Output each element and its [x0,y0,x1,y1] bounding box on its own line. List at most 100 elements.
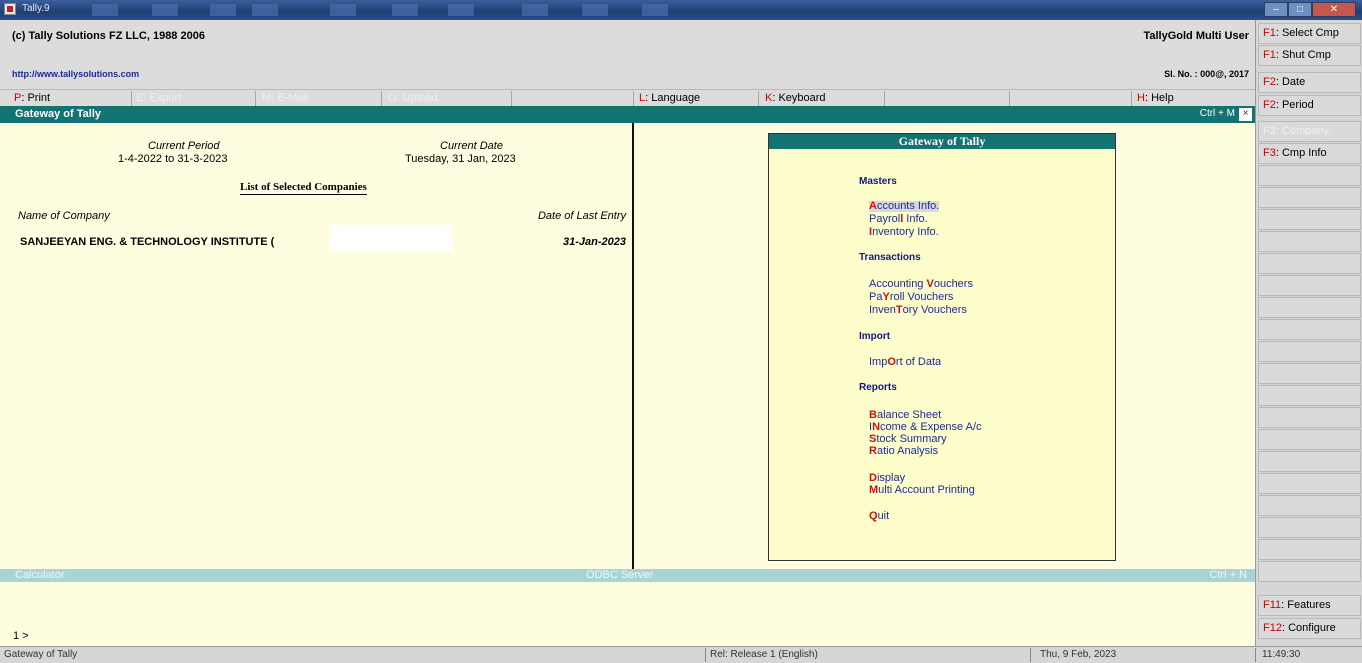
button-label: : Select Cmp [1275,27,1339,39]
menu-quit[interactable]: Quit [869,511,889,522]
product-edition: TallyGold Multi User [1143,30,1249,42]
select-company-button[interactable]: F1: Select Cmp [1258,23,1361,44]
menu-payroll-vouchers[interactable]: PaYroll Vouchers [869,292,953,303]
calculator-label[interactable]: Calculator [15,569,65,581]
email-hotkey: M [262,92,272,104]
status-separator [1030,648,1031,662]
right-bar-empty-slot [1258,473,1361,494]
current-period-label: Current Period [148,140,220,152]
current-date-label: Current Date [440,140,503,152]
button-label: : Company [1275,125,1330,137]
upload-button[interactable]: O: Upload [386,91,512,106]
email-button[interactable]: M: E-Mail [260,91,382,106]
company-last-entry-date: 31-Jan-2023 [563,236,626,248]
window-title-bar[interactable]: Tally.9 – □ ✕ [0,0,1362,20]
right-bar-empty-slot [1258,165,1361,186]
company-button[interactable]: F3: Company [1258,121,1361,142]
calculator-shortcut: Ctrl + N [1209,569,1247,581]
transactions-section: Transactions [859,252,921,263]
menu-hotkey: D [869,472,877,484]
menu-text: roll Vouchers [889,291,954,303]
button-label: : Configure [1281,622,1336,634]
right-bar-empty-slot [1258,385,1361,406]
upload-hotkey: O [388,92,397,104]
right-bar-empty-slot [1258,187,1361,208]
print-button[interactable]: P: Print [12,91,132,106]
shut-company-button[interactable]: F1: Shut Cmp [1258,45,1361,66]
right-bar-empty-slot [1258,319,1361,340]
menu-multi-account-printing[interactable]: Multi Account Printing [869,485,975,496]
menu-text: Imp [869,356,888,368]
menu-hotkey: V [926,278,934,290]
button-label: : Cmp Info [1275,147,1327,159]
website-link[interactable]: http://www.tallysolutions.com [12,69,139,79]
date-button[interactable]: F2: Date [1258,72,1361,93]
status-bar: Gateway of Tally Rel: Release 1 (English… [0,646,1362,663]
screen-title: Gateway of Tally [15,108,101,120]
copyright-text: (c) Tally Solutions FZ LLC, 1988 2006 [12,30,205,42]
button-hotkey: F3 [1263,125,1276,137]
menu-ratio-analysis[interactable]: Ratio Analysis [869,446,938,457]
close-screen-icon[interactable]: × [1239,108,1252,121]
right-button-bar: F1: Select Cmp F1: Shut Cmp F2: Date F2:… [1255,20,1362,646]
menu-text: uit [877,510,890,522]
maximize-button[interactable]: □ [1288,2,1312,17]
right-bar-empty-slot [1258,363,1361,384]
right-bar-empty-slot [1258,297,1361,318]
email-label: : E-Mail [271,92,309,104]
menu-hotkey: N [872,421,881,433]
odbc-server-label: ODBC Server [586,569,654,581]
button-label: : Date [1275,76,1306,88]
features-button[interactable]: F11: Features [1258,595,1361,616]
menu-payroll-info[interactable]: Payroll Info. [869,214,928,225]
menu-balance-sheet[interactable]: Balance Sheet [869,410,941,421]
period-button[interactable]: F2: Period [1258,95,1361,116]
gateway-menu-title: Gateway of Tally [769,134,1115,149]
help-button[interactable]: H: Help [1135,91,1253,106]
right-bar-empty-slot [1258,451,1361,472]
serial-number: Sl. No. : 000@, 2017 [1164,69,1249,79]
menu-income-expense[interactable]: INcome & Expense A/c [869,422,982,433]
menu-accounting-vouchers[interactable]: Accounting Vouchers [869,279,973,290]
menu-import-data[interactable]: ImpOrt of Data [869,357,941,368]
menubar-empty-slot [1010,91,1132,106]
keyboard-button[interactable]: K: Keyboard [763,91,885,106]
menu-text: tock Summary [876,433,947,445]
status-time: 11:49:30 [1262,649,1301,660]
gateway-title-bar: Gateway of Tally Ctrl + M × [0,106,1255,123]
menu-stock-summary[interactable]: Stock Summary [869,434,947,445]
button-hotkey: F11 [1263,599,1282,611]
top-button-bar: P: Print E: Export M: E-Mail O: Upload L… [0,89,1255,106]
company-name[interactable]: SANJEEYAN ENG. & TECHNOLOGY INSTITUTE ( [20,236,274,248]
close-window-button[interactable]: ✕ [1312,2,1356,17]
menubar-empty-slot [512,91,634,106]
menu-inventory-vouchers[interactable]: InvenTory Vouchers [869,305,967,316]
language-button[interactable]: L: Language [637,91,759,106]
company-name-header: Name of Company [18,210,110,222]
tally-window: Tally.9 – □ ✕ (c) Tally Solutions FZ LLC… [0,0,1362,663]
menu-text: alance Sheet [876,409,942,421]
menu-hotkey: A [869,200,877,212]
configure-button[interactable]: F12: Configure [1258,618,1361,639]
status-separator [1255,648,1256,662]
pane-divider [632,123,634,569]
menu-hotkey: O [887,356,896,368]
minimize-button[interactable]: – [1264,2,1288,17]
tally-app-icon [4,3,16,15]
export-button[interactable]: E: Export [134,91,256,106]
calculator-area[interactable]: 1 > [0,582,1255,645]
menu-text: isplay [876,472,906,484]
window-title: Tally.9 [22,3,50,14]
right-bar-empty-slot [1258,429,1361,450]
menu-inventory-info[interactable]: Inventory Info. [869,227,939,238]
right-bar-empty-slot [1258,275,1361,296]
menu-hotkey: Q [869,510,878,522]
menu-text: atio Analysis [876,445,939,457]
redacted-area [330,225,452,251]
button-label: : Shut Cmp [1275,49,1331,61]
menu-display[interactable]: Display [869,473,905,484]
company-info-button[interactable]: F3: Cmp Info [1258,143,1361,164]
right-bar-empty-slot [1258,209,1361,230]
gateway-menu-panel: Gateway of Tally Masters Accounts Info. … [768,133,1116,561]
menu-accounts-info[interactable]: Accounts Info. [869,200,940,212]
